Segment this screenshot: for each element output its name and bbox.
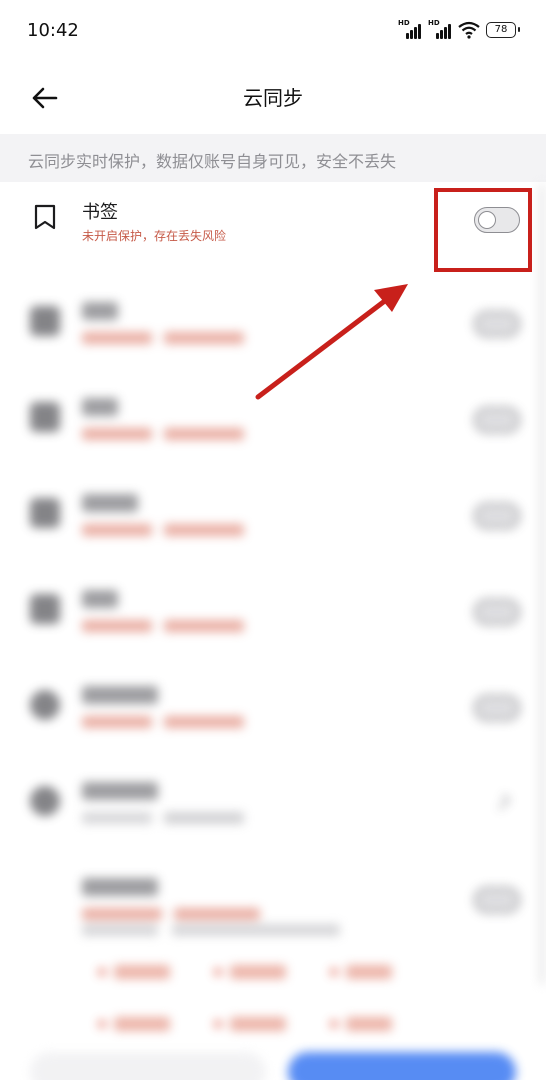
sync-row-blurred-5[interactable]	[0, 660, 546, 756]
blurred-dot	[214, 968, 222, 976]
blurred-row-sub	[82, 716, 152, 728]
blurred-chip	[230, 1017, 286, 1031]
bookmark-icon	[34, 204, 56, 230]
blurred-row-sub	[164, 332, 244, 344]
row-warning: 未开启保护，存在丢失风险	[82, 229, 227, 243]
banner-text: 云同步实时保护，数据仅账号自身可见，安全不丢失	[28, 152, 397, 171]
blurred-progress	[82, 924, 158, 936]
battery-icon: 78	[486, 22, 520, 38]
blurred-row-title	[82, 302, 118, 320]
nav-bar: 云同步	[0, 62, 546, 134]
blurred-toggle[interactable]	[474, 695, 520, 721]
status-time: 10:42	[27, 20, 79, 41]
blurred-row-sub	[164, 620, 244, 632]
blurred-row-sub	[174, 908, 260, 920]
sync-row-blurred-7[interactable]	[0, 852, 546, 1052]
bottom-secondary-button[interactable]	[30, 1052, 266, 1080]
blurred-row-title	[82, 590, 118, 608]
signal-hd-label: HD	[398, 19, 410, 27]
signal-hd-label-2: HD	[428, 19, 440, 27]
blurred-chip	[114, 1017, 170, 1031]
blurred-dot	[98, 968, 106, 976]
blurred-row-icon	[30, 498, 60, 528]
blurred-row-title	[82, 494, 138, 512]
blurred-toggle[interactable]	[474, 503, 520, 529]
status-bar: 10:42 HD HD 78	[0, 0, 546, 62]
blurred-dot	[330, 1020, 338, 1028]
blurred-toggle[interactable]	[474, 599, 520, 625]
blurred-dot	[214, 1020, 222, 1028]
blurred-row-title	[82, 686, 158, 704]
blurred-row-sub	[82, 620, 152, 632]
blurred-row-sub	[82, 812, 152, 824]
sync-row-blurred-1[interactable]	[0, 276, 546, 372]
blurred-chip	[230, 965, 286, 979]
blurred-toggle[interactable]	[474, 887, 520, 913]
blurred-row-icon	[30, 594, 60, 624]
wifi-icon	[458, 21, 480, 39]
blurred-toggle[interactable]	[474, 311, 520, 337]
blurred-toggle[interactable]	[474, 407, 520, 433]
sync-row-blurred-4[interactable]	[0, 564, 546, 660]
blurred-row-sub	[164, 524, 244, 536]
blurred-dot	[330, 968, 338, 976]
blurred-chip	[346, 965, 392, 979]
sync-row-blurred-3[interactable]	[0, 468, 546, 564]
blurred-row-sub	[164, 716, 244, 728]
blurred-row-sub	[82, 524, 152, 536]
blurred-row-title	[82, 398, 118, 416]
blurred-progress	[172, 924, 340, 936]
blurred-row-icon	[30, 690, 60, 720]
bottom-primary-button[interactable]	[288, 1052, 516, 1080]
blurred-chip	[346, 1017, 392, 1031]
blurred-row-icon	[30, 402, 60, 432]
blurred-row-icon	[30, 306, 60, 336]
blurred-row-title	[82, 782, 158, 800]
sync-row-blurred-6[interactable]	[0, 756, 546, 852]
blurred-row-sub	[164, 812, 244, 824]
blurred-row-title	[82, 878, 158, 896]
cellular-signal-icon: HD	[398, 19, 422, 39]
blurred-row-sub	[82, 428, 152, 440]
scrollbar[interactable]	[540, 184, 544, 984]
blurred-row-sub	[164, 428, 244, 440]
row-title: 书签	[82, 202, 118, 223]
blurred-dot	[98, 1020, 106, 1028]
cellular-signal-icon-2: HD	[428, 19, 452, 39]
blurred-row-icon	[30, 786, 60, 816]
blurred-row-sub	[82, 908, 162, 920]
status-icons: HD HD 78	[398, 19, 520, 39]
annotation-highlight-box	[434, 188, 532, 272]
page-title: 云同步	[243, 86, 303, 110]
blurred-row-sub	[82, 332, 152, 344]
chevron-right-icon[interactable]	[494, 794, 510, 810]
sync-row-blurred-2[interactable]	[0, 372, 546, 468]
blurred-chip	[114, 965, 170, 979]
